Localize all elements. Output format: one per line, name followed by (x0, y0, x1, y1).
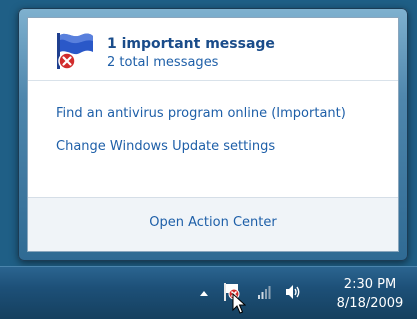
divider (28, 80, 398, 81)
find-antivirus-link[interactable]: Find an antivirus program online (Import… (56, 106, 346, 121)
action-center-flyout: 1 important message 2 total messages Fin… (18, 8, 408, 261)
taskbar: 2:30 PM 8/18/2009 (0, 266, 417, 319)
change-windows-update-link[interactable]: Change Windows Update settings (56, 139, 275, 154)
total-message-count[interactable]: 2 total messages (107, 55, 218, 70)
open-action-center-link[interactable]: Open Action Center (28, 215, 398, 230)
volume-icon[interactable] (284, 283, 302, 301)
flyout-footer: Open Action Center (28, 197, 398, 251)
mouse-cursor-icon (232, 293, 246, 314)
action-center-flag-icon (57, 33, 93, 70)
clock-date: 8/18/2009 (336, 296, 404, 311)
important-message-count[interactable]: 1 important message (107, 36, 275, 52)
clock-time: 2:30 PM (343, 277, 397, 292)
network-signal-icon[interactable] (257, 284, 273, 300)
taskbar-clock[interactable]: 2:30 PM 8/18/2009 (330, 275, 410, 313)
show-hidden-icons-arrow-icon[interactable] (199, 289, 209, 297)
flyout-panel: 1 important message 2 total messages Fin… (27, 17, 399, 252)
message-summary: 1 important message 2 total messages (28, 18, 398, 80)
